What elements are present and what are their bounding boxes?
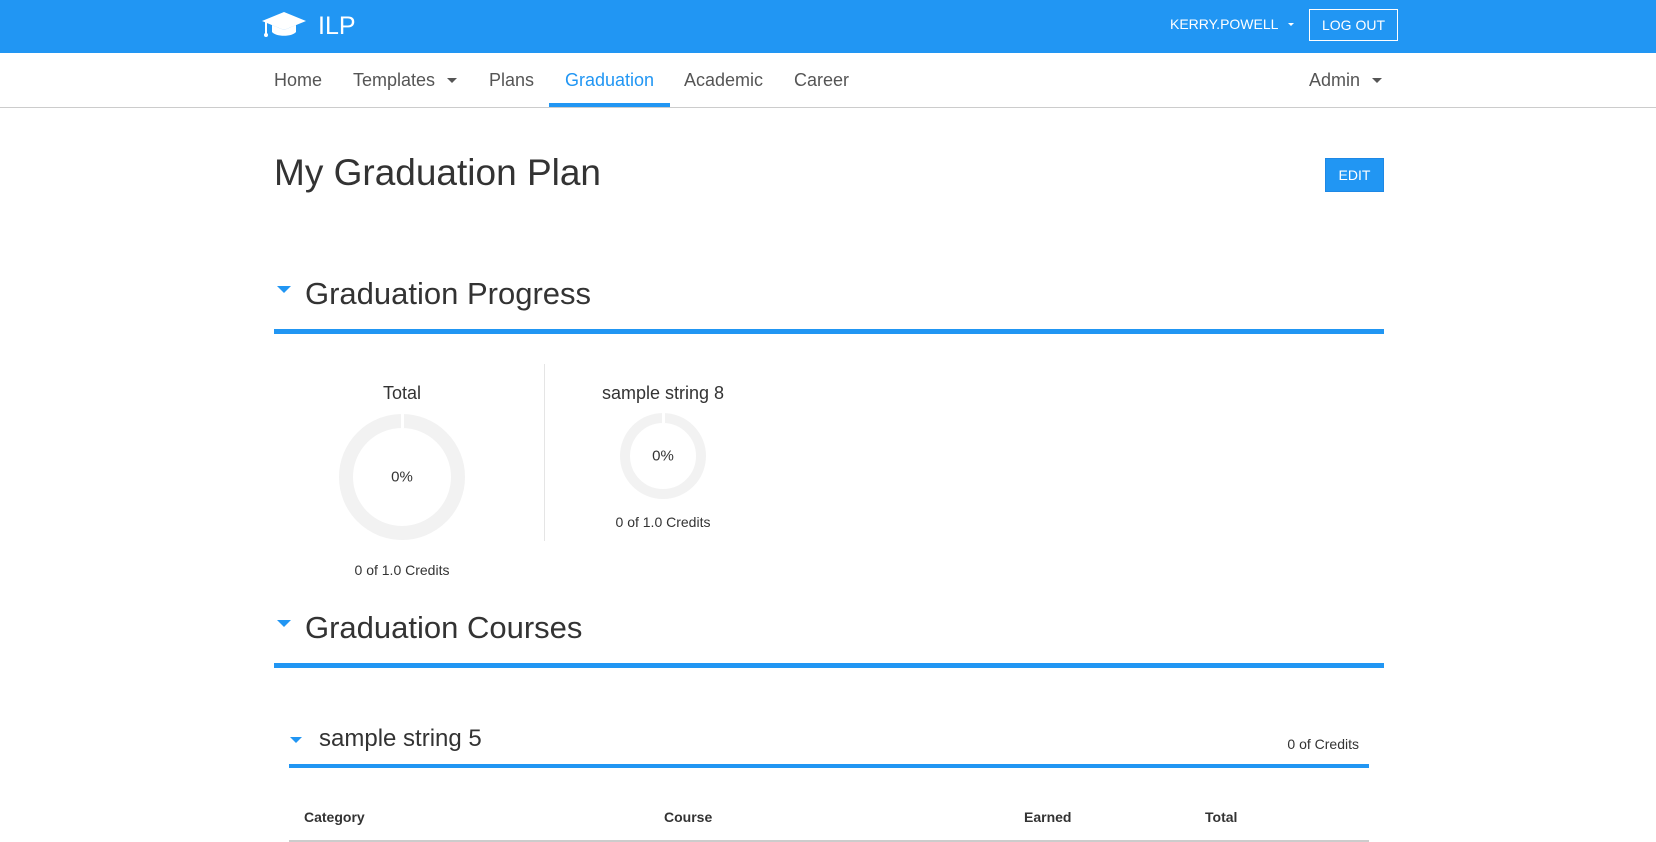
top-app-bar: ILP KERRY.POWELL LOG OUT (0, 0, 1656, 53)
nav-templates[interactable]: Templates (353, 53, 458, 107)
progress-category-credits: 0 of 1.0 Credits (615, 514, 711, 530)
graduation-cap-icon (262, 10, 306, 43)
nav-graduation[interactable]: Graduation (549, 53, 670, 107)
column-header-course: Course (664, 809, 713, 825)
column-header-category: Category (304, 809, 365, 825)
progress-total-donut: 0% (339, 414, 465, 540)
nav-admin-label: Admin (1309, 69, 1361, 90)
section-divider (274, 329, 1384, 334)
main-nav: Home Templates Plans Graduation Academic… (0, 53, 1656, 108)
nav-academic[interactable]: Academic (684, 53, 763, 107)
donut-gap (400, 414, 404, 428)
graduation-progress-title: Graduation Progress (305, 276, 592, 311)
progress-category-donut: 0% (620, 413, 706, 499)
column-header-earned: Earned (1024, 809, 1072, 825)
column-header-total: Total (1205, 809, 1238, 825)
caret-down-icon (1372, 77, 1383, 83)
nav-graduation-label: Graduation (564, 69, 655, 90)
course-group-credits: 0 of Credits (1287, 736, 1359, 752)
edit-button[interactable]: EDIT (1325, 158, 1384, 192)
nav-home[interactable]: Home (274, 53, 322, 107)
progress-category-percent: 0% (652, 447, 674, 465)
progress-total: Total 0% 0 of 1.0 Credits (322, 383, 482, 578)
caret-down-icon (447, 77, 458, 83)
caret-down-icon (1288, 22, 1295, 26)
progress-total-percent: 0% (391, 468, 413, 486)
nav-templates-label: Templates (353, 69, 436, 90)
graduation-progress-header[interactable]: Graduation Progress (274, 276, 1384, 336)
page-title: My Graduation Plan (274, 152, 602, 193)
collapse-caret-icon[interactable] (277, 286, 291, 293)
progress-total-credits: 0 of 1.0 Credits (354, 562, 450, 578)
courses-table-header: Category Course Earned Total (289, 800, 1369, 842)
nav-academic-label: Academic (684, 69, 764, 90)
graduation-courses-header[interactable]: Graduation Courses (274, 610, 1384, 670)
user-menu[interactable]: KERRY.POWELL (1170, 16, 1295, 32)
collapse-caret-icon[interactable] (290, 737, 302, 743)
graduation-courses-title: Graduation Courses (305, 610, 583, 645)
brand[interactable]: ILP (262, 8, 356, 44)
brand-name: ILP (318, 11, 356, 40)
progress-divider (544, 364, 545, 541)
nav-career-label: Career (794, 69, 850, 90)
course-group-title: sample string 5 (319, 725, 482, 752)
progress-total-label: Total (382, 383, 422, 403)
course-group-divider (289, 764, 1369, 768)
nav-career[interactable]: Career (794, 53, 849, 107)
donut-gap (661, 413, 665, 423)
course-group-header[interactable]: sample string 5 0 of Credits (289, 725, 1369, 770)
logout-button[interactable]: LOG OUT (1309, 9, 1398, 41)
nav-admin[interactable]: Admin (1309, 53, 1383, 107)
nav-home-label: Home (274, 69, 323, 90)
collapse-caret-icon[interactable] (277, 620, 291, 627)
username: KERRY.POWELL (1170, 16, 1279, 32)
nav-plans-label: Plans (489, 69, 535, 90)
progress-category-label: sample string 8 (601, 383, 725, 403)
progress-category: sample string 8 0% 0 of 1.0 Credits (583, 383, 743, 530)
section-divider (274, 663, 1384, 668)
nav-plans[interactable]: Plans (489, 53, 534, 107)
